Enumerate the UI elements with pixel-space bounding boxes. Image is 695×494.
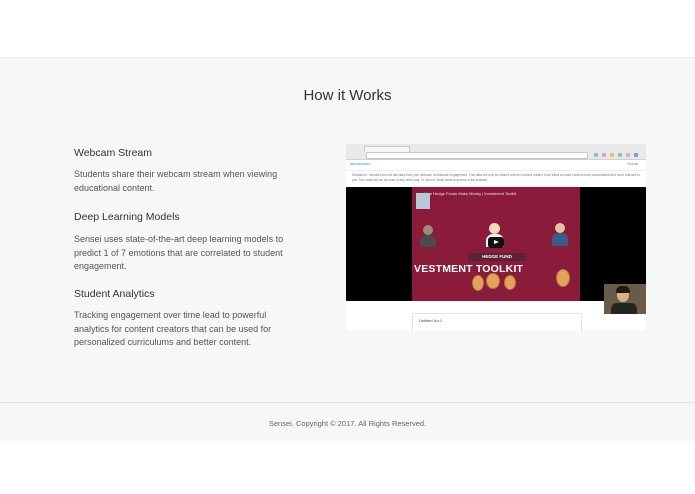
- extension-icon: [610, 153, 614, 157]
- footer: Sensei. Copyright © 2017. All Rights Res…: [0, 402, 695, 442]
- coin-icon: [556, 269, 570, 287]
- hedge-fund-label: HEDGE FUND: [468, 253, 526, 261]
- feature-text-webcam: Students share their webcam stream when …: [74, 169, 278, 193]
- security-sign-icon: [416, 193, 430, 209]
- notes-title: Untitled No.1: [419, 318, 443, 323]
- person-figure: [552, 223, 568, 246]
- webcam-preview: [604, 284, 646, 314]
- extension-icon: [594, 153, 598, 157]
- bottom-band: [0, 441, 695, 494]
- section-title: How it Works: [303, 87, 392, 104]
- disclaimer-text: Disclaimer: SenseiLearn will use data fr…: [352, 173, 640, 182]
- app-screenshot: senseilearn Home Disclaimer: SenseiLearn…: [346, 144, 646, 331]
- site-header: [346, 160, 646, 171]
- menu-icon: [634, 153, 638, 157]
- coin-icon: [486, 273, 500, 289]
- play-icon: [494, 240, 499, 244]
- browser-toolbar: [346, 144, 646, 160]
- play-button[interactable]: [488, 237, 504, 248]
- webcam-person: [611, 303, 637, 314]
- feature-title-analytics: Student Analytics: [74, 288, 155, 300]
- feature-title-deep-learning: Deep Learning Models: [74, 211, 180, 223]
- extension-icon: [602, 153, 606, 157]
- nav-home-link: Home: [627, 161, 638, 166]
- url-bar: [366, 152, 588, 159]
- feature-text-analytics: Tracking engagement over time lead to po…: [74, 310, 272, 347]
- copyright-text: Sensei. Copyright © 2017. All Rights Res…: [268, 419, 427, 428]
- top-band: [0, 0, 695, 57]
- notes-panel: Untitled No.1: [412, 313, 582, 331]
- video-title: How Hedge Funds Make Money | Investment …: [424, 191, 517, 196]
- extension-icon: [618, 153, 622, 157]
- coin-icon: [472, 275, 484, 291]
- video-frame: How Hedge Funds Make Money | Investment …: [412, 187, 580, 301]
- site-logo: senseilearn: [350, 161, 371, 166]
- webcam-hair: [616, 286, 630, 293]
- video-player: How Hedge Funds Make Money | Investment …: [346, 187, 646, 301]
- feature-title-webcam: Webcam Stream: [74, 147, 152, 159]
- extension-icon: [626, 153, 630, 157]
- coin-icon: [504, 275, 516, 290]
- person-figure: [420, 225, 436, 247]
- feature-text-deep-learning: Sensei uses state-of-the-art deep learni…: [74, 234, 284, 271]
